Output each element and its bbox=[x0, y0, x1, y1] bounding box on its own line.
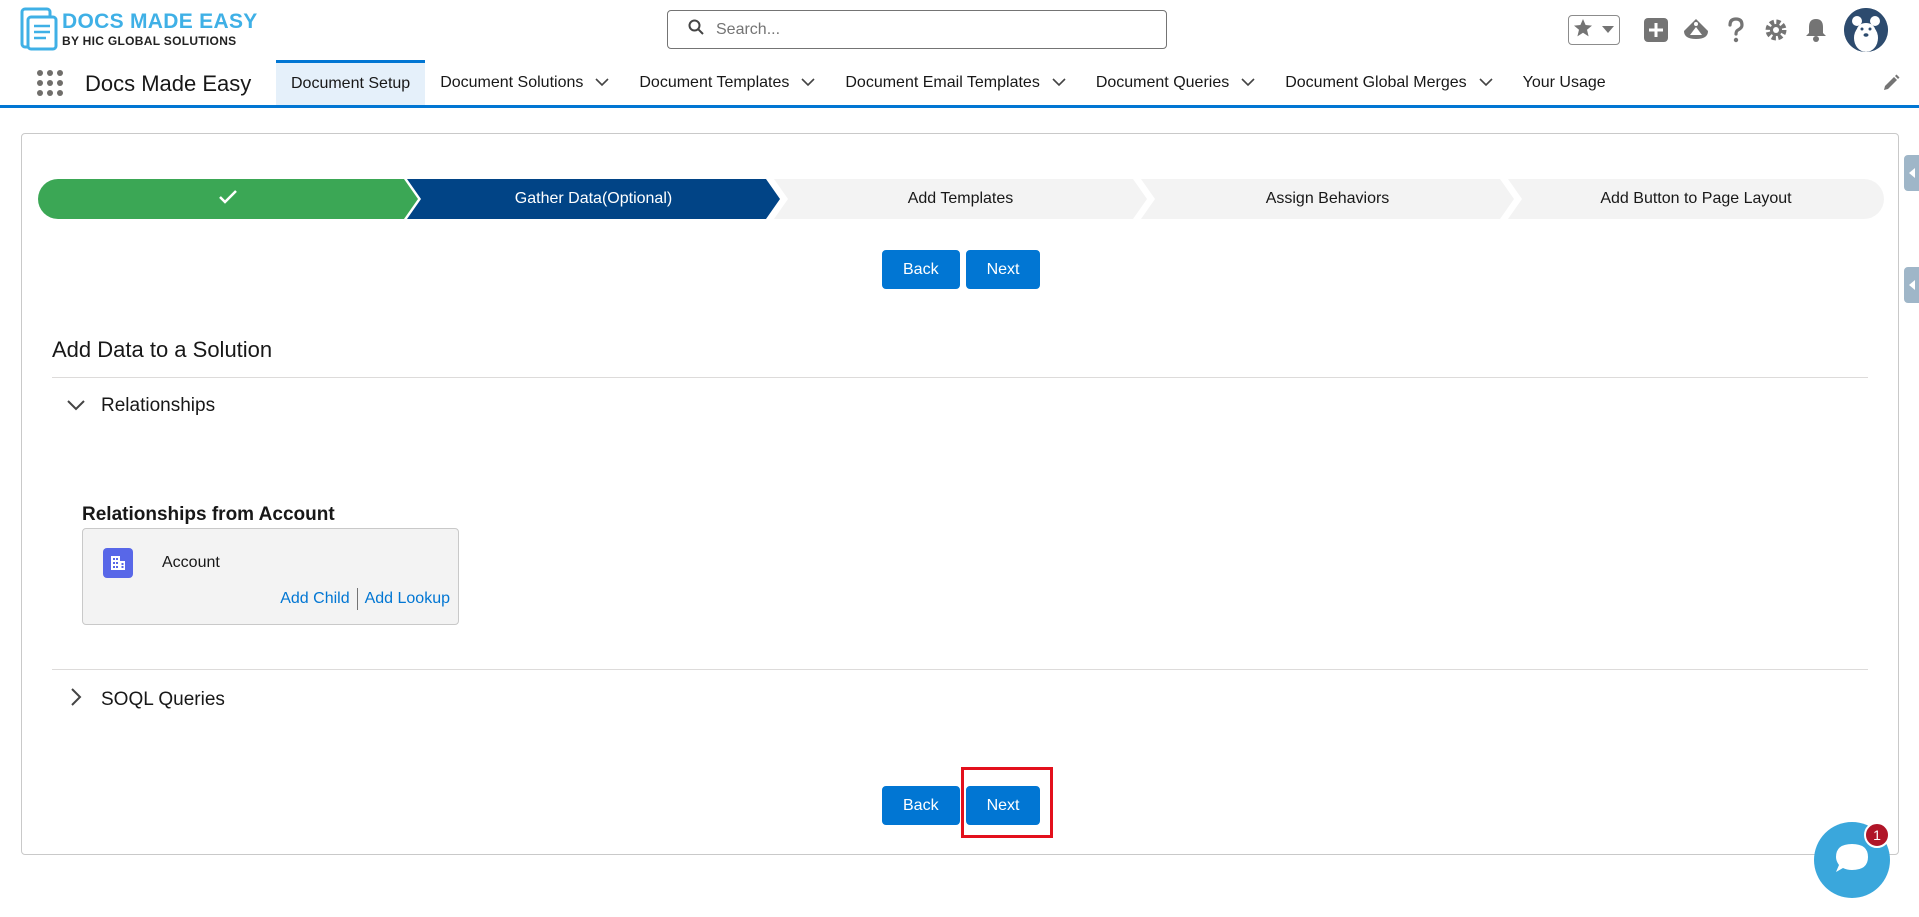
favorites-button[interactable] bbox=[1568, 15, 1620, 45]
nav-item-label: Your Usage bbox=[1522, 73, 1606, 91]
search-icon bbox=[688, 19, 704, 40]
path-step-label: Gather Data(Optional) bbox=[514, 190, 673, 207]
side-panel-toggle[interactable] bbox=[1904, 267, 1919, 303]
nav-item-document-solutions[interactable]: Document Solutions bbox=[425, 60, 624, 105]
nav-item-document-global-merges[interactable]: Document Global Merges bbox=[1270, 60, 1507, 105]
add-child-link[interactable]: Add Child bbox=[280, 590, 349, 608]
logo[interactable]: DOCS MADE EASY BY HIC GLOBAL SOLUTIONS bbox=[20, 6, 260, 52]
nav-item-label: Document Queries bbox=[1095, 73, 1230, 91]
path-step-add-button[interactable]: Add Button to Page Layout bbox=[1508, 179, 1884, 219]
chevron-right-icon[interactable] bbox=[67, 688, 85, 712]
divider bbox=[52, 377, 1868, 378]
nav-item-document-email-templates[interactable]: Document Email Templates bbox=[830, 60, 1080, 105]
path-step-gather-data[interactable]: Gather Data(Optional) bbox=[407, 179, 780, 219]
bell-icon[interactable] bbox=[1796, 10, 1836, 50]
path-step-assign-behaviors[interactable]: Assign Behaviors bbox=[1141, 179, 1514, 219]
accordion-label: Relationships bbox=[101, 395, 216, 416]
account-icon bbox=[103, 548, 133, 578]
nav-item-label: Document Templates bbox=[639, 73, 790, 91]
check-icon bbox=[218, 189, 238, 210]
app-nav-bar: Docs Made Easy Document Setup Document S… bbox=[0, 60, 1919, 108]
app-launcher-icon[interactable] bbox=[37, 70, 63, 96]
path-step-add-templates[interactable]: Add Templates bbox=[774, 179, 1147, 219]
section-title: Add Data to a Solution bbox=[52, 337, 273, 362]
plus-icon[interactable] bbox=[1636, 10, 1676, 50]
accordion-label: SOQL Queries bbox=[101, 689, 225, 710]
help-icon[interactable] bbox=[1716, 10, 1756, 50]
global-header: DOCS MADE EASY BY HIC GLOBAL SOLUTIONS bbox=[0, 0, 1919, 60]
highlight-box bbox=[961, 767, 1053, 838]
chevron-down-icon[interactable] bbox=[1241, 74, 1255, 92]
search-input[interactable] bbox=[716, 20, 1136, 39]
object-name: Account bbox=[162, 554, 220, 571]
global-search[interactable] bbox=[667, 10, 1167, 49]
nav-item-label: Document Solutions bbox=[440, 73, 584, 91]
logo-subtitle: BY HIC GLOBAL SOLUTIONS bbox=[62, 34, 237, 48]
trailhead-icon[interactable] bbox=[1676, 10, 1716, 50]
nav-item-document-templates[interactable]: Document Templates bbox=[624, 60, 830, 105]
nav-item-document-setup[interactable]: Document Setup bbox=[276, 60, 426, 105]
chevron-down-icon[interactable] bbox=[595, 74, 609, 92]
nav-item-label: Document Setup bbox=[291, 75, 411, 92]
link-separator bbox=[356, 588, 358, 610]
star-icon[interactable] bbox=[1573, 18, 1593, 43]
relationships-heading: Relationships from Account bbox=[82, 504, 335, 525]
path-step-label: Add Templates bbox=[907, 190, 1014, 207]
gear-icon[interactable] bbox=[1756, 10, 1796, 50]
next-button[interactable]: Next bbox=[965, 250, 1041, 289]
chevron-down-icon[interactable] bbox=[801, 74, 815, 92]
chevron-down-icon[interactable] bbox=[1052, 74, 1066, 92]
path-step-complete[interactable] bbox=[38, 179, 418, 219]
nav-items: Document Setup Document Solutions Docume… bbox=[276, 60, 1621, 105]
accordion-relationships[interactable]: Relationships bbox=[67, 395, 215, 417]
logo-title: DOCS MADE EASY bbox=[62, 10, 258, 33]
app-name: Docs Made Easy bbox=[85, 71, 252, 96]
main-card: Gather Data(Optional) Add Templates Assi… bbox=[21, 133, 1899, 855]
chevron-down-icon[interactable] bbox=[1601, 21, 1615, 39]
divider bbox=[52, 669, 1868, 670]
back-button[interactable]: Back bbox=[882, 786, 960, 825]
progress-path: Gather Data(Optional) Add Templates Assi… bbox=[38, 179, 1884, 219]
path-step-label: Assign Behaviors bbox=[1265, 190, 1390, 207]
avatar[interactable] bbox=[1844, 8, 1888, 52]
back-button[interactable]: Back bbox=[882, 250, 960, 289]
side-panel-toggle[interactable] bbox=[1904, 155, 1919, 191]
nav-item-label: Document Global Merges bbox=[1285, 73, 1467, 91]
nav-item-document-queries[interactable]: Document Queries bbox=[1081, 60, 1270, 105]
chat-notification-badge: 1 bbox=[1864, 822, 1890, 848]
document-logo-icon bbox=[20, 7, 58, 51]
nav-item-label: Document Email Templates bbox=[845, 73, 1040, 91]
chat-bubble-icon bbox=[1833, 841, 1871, 880]
chevron-down-icon[interactable] bbox=[1479, 74, 1493, 92]
relationship-card: Account Add Child Add Lookup bbox=[82, 528, 459, 625]
add-lookup-link[interactable]: Add Lookup bbox=[365, 590, 450, 608]
chevron-down-icon[interactable] bbox=[67, 395, 85, 417]
nav-item-your-usage[interactable]: Your Usage bbox=[1508, 60, 1621, 105]
path-step-label: Add Button to Page Layout bbox=[1600, 190, 1792, 207]
accordion-soql-queries[interactable]: SOQL Queries bbox=[67, 688, 225, 712]
edit-nav-icon[interactable] bbox=[1882, 74, 1900, 97]
top-button-row: Back Next bbox=[882, 250, 1041, 289]
